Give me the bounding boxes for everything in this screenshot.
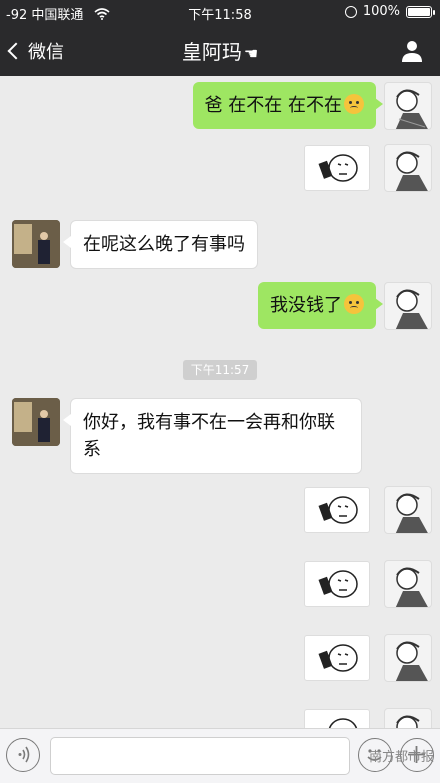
embarrassed-emoji-icon — [344, 94, 364, 114]
profile-icon[interactable] — [400, 39, 424, 63]
status-right: 100% — [344, 4, 435, 19]
meme-sticker[interactable] — [304, 709, 370, 728]
top-bar: -92 中国联通 下午11:58 100% 微信 皇阿玛 ☚ — [0, 0, 440, 76]
message-bubble-received[interactable]: 在呢这么晚了有事吗 — [63, 220, 258, 269]
status-bar: -92 中国联通 下午11:58 100% — [0, 0, 440, 26]
contact-avatar[interactable] — [12, 398, 60, 446]
rotation-lock-icon — [344, 5, 357, 18]
message-text: 你好，我有事不在一会再和你联系 — [83, 412, 335, 460]
message-text: 我没钱了 — [270, 295, 342, 316]
message-bubble-sent[interactable]: 爸 在不在 在不在 — [192, 82, 384, 129]
my-avatar[interactable] — [384, 708, 432, 728]
contact-avatar[interactable] — [12, 220, 60, 268]
my-avatar[interactable] — [384, 634, 432, 682]
message-text: 在呢这么晚了有事吗 — [83, 234, 245, 255]
my-avatar[interactable] — [384, 82, 432, 130]
contact-name: 皇阿玛 — [181, 40, 242, 64]
meme-sticker[interactable] — [304, 487, 370, 533]
battery-percent: 100% — [362, 4, 400, 19]
chat-area[interactable]: 爸 在不在 在不在 在呢这么晚了有事吗 我没钱了 下午11:57 你好，我有事不… — [0, 76, 440, 728]
my-avatar[interactable] — [384, 486, 432, 534]
watermark: 南方都市报 — [368, 750, 434, 765]
nav-bar: 微信 皇阿玛 ☚ — [0, 26, 440, 76]
message-bubble-sent[interactable]: 我没钱了 — [258, 282, 383, 329]
message-bubble-received[interactable]: 你好，我有事不在一会再和你联系 — [63, 398, 362, 474]
timestamp: 下午11:57 — [183, 360, 257, 380]
message-text: 爸 在不在 在不在 — [204, 95, 342, 116]
voice-icon — [18, 746, 30, 763]
meme-sticker[interactable] — [304, 145, 370, 191]
pointing-finger-icon: ☚ — [243, 44, 259, 63]
my-avatar[interactable] — [384, 282, 432, 330]
voice-button[interactable] — [6, 738, 40, 772]
sad-emoji-icon — [344, 294, 364, 314]
chat-title: 皇阿玛 ☚ — [0, 36, 440, 65]
message-input[interactable] — [50, 737, 350, 775]
my-avatar[interactable] — [384, 144, 432, 192]
battery-icon — [406, 5, 435, 18]
meme-sticker[interactable] — [304, 561, 370, 607]
my-avatar[interactable] — [384, 560, 432, 608]
meme-sticker[interactable] — [304, 635, 370, 681]
